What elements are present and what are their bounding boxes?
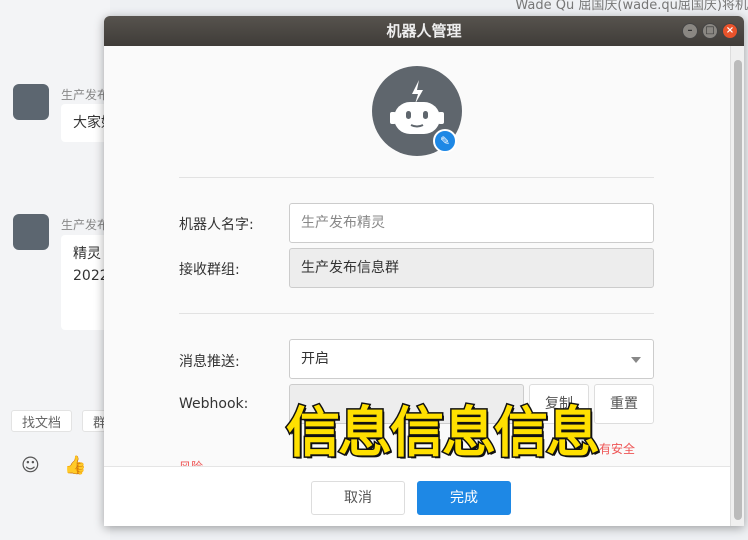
push-select[interactable]: 开启 [289,339,654,379]
cancel-button[interactable]: 取消 [311,481,405,515]
warning-text: 有安全 [599,442,636,456]
caption-overlay: 信息信息信息 [285,400,602,466]
close-icon[interactable]: × [722,23,738,39]
thumbs-up-icon[interactable]: 👍 [64,455,86,476]
scrollbar[interactable] [730,46,744,526]
dialog-footer: 取消 完成 [104,466,730,526]
chevron-down-icon [631,357,641,363]
chip-find-docs[interactable]: 找文档 [11,410,73,432]
reset-button[interactable]: 重置 [594,384,654,424]
scrollbar-thumb[interactable] [734,60,742,520]
divider [179,177,654,178]
done-button[interactable]: 完成 [417,481,511,515]
emoji-icon[interactable]: ☺ [21,455,40,476]
robot-avatar-icon [13,84,49,120]
receive-group-field: 生产发布信息群 [289,248,654,288]
push-label: 消息推送: [179,354,240,370]
group-label: 接收群组: [179,262,240,278]
message-sender: 生产发布 [61,88,110,102]
robot-avatar-icon [13,214,49,250]
chat-panel: 生产发布 大家好 生产发布 精灵 2022 找文档 群 ☺ 👍 [0,0,121,540]
top-info-text: Wade Qu 屈国庆(wade.qu屈国庆)将机 [515,0,748,13]
dialog-title: 机器人管理 [386,22,462,40]
divider [179,313,654,314]
minimize-icon[interactable]: – [682,23,698,39]
maximize-icon[interactable]: □ [702,23,718,39]
push-select-value: 开启 [301,351,329,367]
robot-name-input[interactable]: 生产发布精灵 [289,203,654,243]
message-sender: 生产发布 [61,218,110,232]
name-label: 机器人名字: [179,217,254,233]
edit-avatar-button[interactable]: ✎ [433,129,457,153]
dialog-titlebar: 机器人管理 – □ × [104,16,744,46]
webhook-label: Webhook: [179,396,249,412]
